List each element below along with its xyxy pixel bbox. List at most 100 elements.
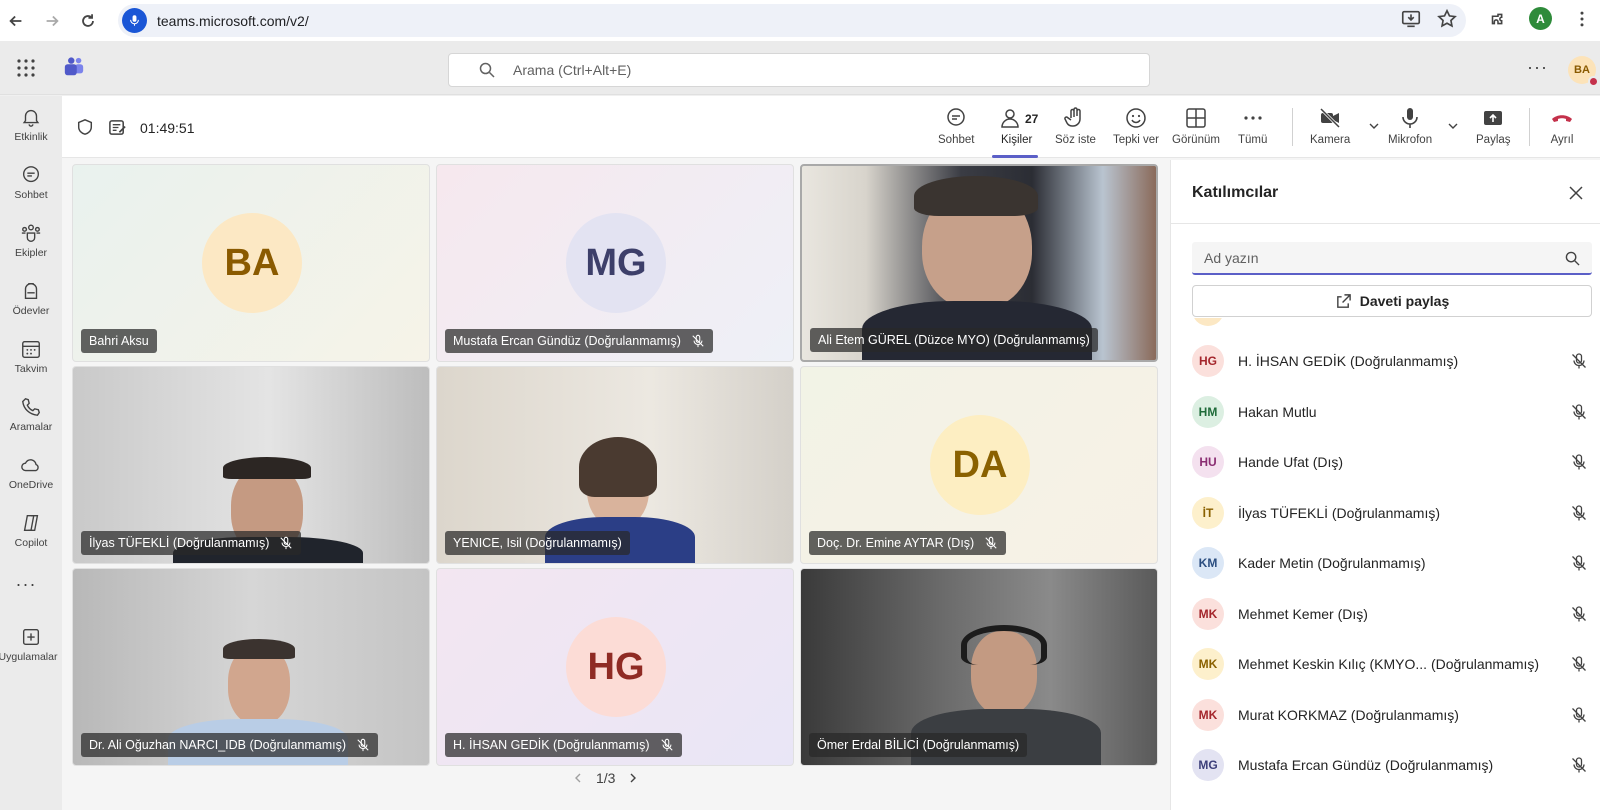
meeting-timer: 01:49:51: [140, 120, 195, 136]
rail-item-calendar[interactable]: Takvim: [0, 338, 62, 394]
participant-video-tile[interactable]: İlyas TÜFEKLİ (Doğrulanmamış): [72, 366, 430, 564]
user-avatar[interactable]: BA: [1568, 56, 1599, 87]
participant-row[interactable]: HU Hande Ufat (Dış): [1192, 437, 1592, 487]
address-bar[interactable]: teams.microsoft.com/v2/: [118, 4, 1466, 37]
participant-video-hair: [579, 437, 657, 497]
participant-tile[interactable]: MG Mustafa Ercan Gündüz (Doğrulanmamış): [436, 164, 794, 362]
mic-off-icon: [1570, 706, 1588, 724]
copilot-icon: [23, 514, 39, 532]
rail-item-teams[interactable]: Ekipler: [0, 222, 62, 278]
leave-button[interactable]: Ayrıl: [1550, 106, 1574, 152]
calendar-icon: [22, 340, 40, 358]
participant-row[interactable]: MK Mehmet Kemer (Dış): [1192, 589, 1592, 639]
camera-label: Kamera: [1310, 134, 1351, 146]
raise-hand-button[interactable]: Söz iste: [1055, 106, 1096, 152]
raise-hand-label: Söz iste: [1055, 134, 1096, 146]
participant-row[interactable]: İT İlyas TÜFEKLİ (Doğrulanmamış): [1192, 488, 1592, 538]
chevron-right-icon[interactable]: [627, 772, 639, 784]
mic-off-icon: [1570, 605, 1588, 623]
rail-more-button[interactable]: ···: [0, 574, 52, 595]
extensions-icon[interactable]: [1487, 8, 1509, 30]
participant-video-hair: [223, 639, 295, 659]
search-icon: [479, 62, 495, 78]
rail-item-copilot[interactable]: Copilot: [0, 512, 62, 568]
camera-off-icon: [1320, 107, 1341, 129]
app-launcher-icon[interactable]: [16, 58, 36, 78]
participant-tile[interactable]: BA Bahri Aksu: [72, 164, 430, 362]
participant-avatar: MG: [566, 213, 666, 313]
meeting-notes-icon[interactable]: [108, 118, 127, 137]
hang-up-icon: [1552, 115, 1572, 122]
user-avatar-initials: BA: [1574, 64, 1590, 76]
participant-video-tile[interactable]: YENICE, Isil (Doğrulanmamış): [436, 366, 794, 564]
camera-button[interactable]: Kamera: [1310, 106, 1350, 152]
participant-row[interactable]: MG Mustafa Ercan Gündüz (Doğrulanmamış): [1192, 740, 1592, 790]
participant-video-tile[interactable]: Ali Etem GÜREL (Düzce MYO) (Doğrulanmamı…: [800, 164, 1158, 362]
rail-label: Uygulamalar: [0, 651, 58, 663]
microphone-options-chevron-icon[interactable]: [1447, 120, 1459, 132]
forward-button[interactable]: [39, 8, 65, 34]
rail-item-assignments[interactable]: Ödevler: [0, 280, 62, 336]
reload-icon: [82, 13, 94, 27]
install-app-icon[interactable]: [1400, 8, 1422, 30]
mic-off-icon: [357, 738, 369, 752]
browser-menu-icon[interactable]: [1572, 9, 1592, 29]
participant-name-chip: YENICE, Isil (Doğrulanmamış): [445, 531, 630, 555]
participant-name: Murat KORKMAZ (Doğrulanmamış): [1238, 706, 1459, 723]
participant-row[interactable]: MK Mehmet Keskin Kılıç (KMYO... (Doğrulan…: [1192, 639, 1592, 689]
teams-icon: [21, 224, 41, 242]
participant-video-tile[interactable]: Ömer Erdal BİLİCİ (Doğrulanmamış): [800, 568, 1158, 766]
teams-search-box[interactable]: [448, 53, 1150, 87]
search-icon: [1565, 251, 1580, 266]
rail-item-onedrive[interactable]: OneDrive: [0, 454, 62, 510]
participant-tile[interactable]: HG H. İHSAN GEDİK (Doğrulanmamış): [436, 568, 794, 766]
microphone-button[interactable]: Mikrofon: [1388, 106, 1432, 152]
bookmark-star-icon[interactable]: [1436, 8, 1458, 30]
meeting-control-bar: 01:49:51 Sohbet 27 Kişiler Söz iste Tepk…: [62, 96, 1600, 158]
participant-avatar: İT: [1192, 496, 1224, 529]
more-actions-button[interactable]: Tümü: [1238, 106, 1267, 152]
participant-search-input[interactable]: [1204, 249, 1544, 266]
rail-item-apps[interactable]: Uygulamalar: [0, 626, 62, 682]
participant-search-box[interactable]: [1192, 242, 1592, 275]
share-invite-button[interactable]: Daveti paylaş: [1192, 285, 1592, 317]
gallery-page-indicator: 1/3: [596, 770, 616, 786]
participant-name-chip: Doç. Dr. Emine AYTAR (Dış): [809, 531, 1007, 555]
teams-search-input[interactable]: [513, 62, 1113, 78]
participant-row[interactable]: MK Murat KORKMAZ (Doğrulanmamış): [1192, 690, 1592, 740]
rail-label: Etkinlik: [14, 131, 48, 143]
back-button[interactable]: [3, 8, 29, 34]
reload-button[interactable]: [75, 8, 101, 34]
camera-options-chevron-icon[interactable]: [1368, 120, 1380, 132]
people-icon: [1000, 109, 1019, 128]
participant-tile[interactable]: DA Doç. Dr. Emine AYTAR (Dış): [800, 366, 1158, 564]
participant-row[interactable]: HM Hakan Mutlu: [1192, 387, 1592, 437]
browser-profile-avatar[interactable]: A: [1529, 7, 1552, 30]
arrow-left-icon: [9, 15, 22, 26]
react-button[interactable]: Tepki ver: [1113, 106, 1159, 152]
rail-item-activity[interactable]: Etkinlik: [0, 106, 62, 162]
share-icon: [1336, 293, 1351, 308]
participant-name-chip: Bahri Aksu: [81, 329, 157, 353]
view-button[interactable]: Görünüm: [1172, 106, 1220, 152]
close-icon[interactable]: [1569, 186, 1583, 200]
mic-off-icon: [1570, 453, 1588, 471]
participant-avatar: MG: [1192, 749, 1224, 781]
participant-name: Kader Metin (Doğrulanmamış): [1238, 555, 1426, 571]
participant-name-chip: Dr. Ali Oğuzhan NARCI_IDB (Doğrulanmamış…: [81, 733, 379, 757]
participant-row[interactable]: HG H. İHSAN GEDİK (Doğrulanmamış): [1192, 336, 1592, 386]
chat-button[interactable]: Sohbet: [938, 106, 974, 152]
settings-more-button[interactable]: ···: [1527, 57, 1548, 78]
mic-off-icon: [692, 334, 704, 348]
participant-row[interactable]: KM Kader Metin (Doğrulanmamış): [1192, 538, 1592, 588]
rail-item-chat[interactable]: Sohbet: [0, 164, 62, 220]
participant-video-tile[interactable]: Dr. Ali Oğuzhan NARCI_IDB (Doğrulanmamış…: [72, 568, 430, 766]
people-tab-indicator: [992, 155, 1038, 158]
chevron-left-icon[interactable]: [572, 772, 584, 784]
participant-name: Doç. Dr. Emine AYTAR (Dış): [817, 536, 975, 550]
rail-item-calls[interactable]: Aramalar: [0, 396, 62, 452]
people-button[interactable]: 27 Kişiler: [1000, 106, 1038, 152]
rail-label: Sohbet: [14, 189, 48, 201]
shield-icon[interactable]: [76, 118, 94, 136]
share-button[interactable]: Paylaş: [1476, 106, 1511, 152]
